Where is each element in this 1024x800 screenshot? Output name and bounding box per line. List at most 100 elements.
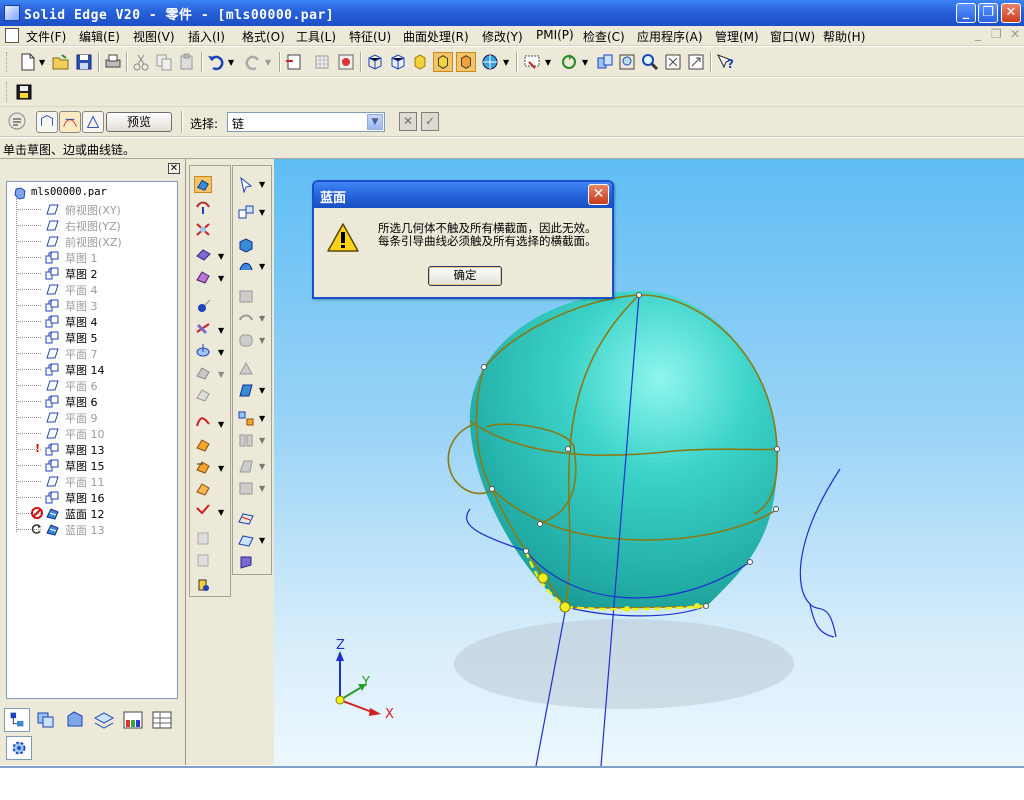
tree-item[interactable]: 右视图(YZ) (17, 218, 173, 233)
cutout-icon[interactable] (237, 288, 255, 305)
round-icon[interactable] (237, 332, 255, 349)
undo-dropdown-icon[interactable]: ▼ (228, 58, 234, 67)
draft-dropdown-icon[interactable]: ▼ (259, 462, 265, 471)
ok-button[interactable]: 确定 (428, 266, 502, 286)
tree-item[interactable]: 前视图(XZ) (17, 234, 173, 249)
view-style-sphere-icon[interactable] (480, 52, 500, 72)
menu-manage[interactable]: 管理(M) (715, 28, 759, 45)
chevron-down-icon[interactable]: ▼ (367, 114, 383, 130)
document-icon[interactable] (5, 28, 19, 43)
cross-section-step-icon[interactable] (36, 111, 58, 133)
wireframe-cube-icon[interactable] (365, 52, 385, 72)
mdi-restore-button[interactable]: ❐ (991, 27, 1002, 41)
replace-dropdown-icon[interactable]: ▼ (218, 508, 224, 517)
rotate-view-icon[interactable] (559, 52, 579, 72)
project-dropdown-icon[interactable]: ▼ (218, 348, 224, 357)
hidden-edges-cube-icon[interactable] (388, 52, 408, 72)
add-body-dropdown-icon[interactable]: ▼ (259, 484, 265, 493)
select-filter-dropdown-icon[interactable]: ▼ (545, 58, 551, 67)
derived-curve-icon[interactable] (194, 386, 212, 403)
pattern-icon[interactable] (237, 410, 255, 427)
color-palette-tab-icon[interactable] (120, 708, 146, 732)
properties-icon[interactable] (284, 52, 304, 72)
rotate-dropdown-icon[interactable]: ▼ (582, 58, 588, 67)
select-tool-icon[interactable] (237, 176, 255, 193)
trim-surface-icon[interactable] (194, 436, 212, 453)
parting-split-icon[interactable] (194, 552, 212, 569)
shaded-with-edges-icon[interactable] (433, 52, 453, 72)
protrusion-icon[interactable] (237, 236, 255, 253)
tree-item[interactable]: 蓝面 12 (17, 506, 173, 521)
bounded-surface-icon[interactable] (194, 221, 212, 238)
tree-item[interactable]: 平面 6 (17, 378, 173, 393)
whats-this-help-icon[interactable]: ? (715, 52, 735, 72)
cut-icon[interactable] (131, 52, 151, 72)
copy-surface-dropdown-icon[interactable]: ▼ (218, 274, 224, 283)
thin-wall-dropdown-icon[interactable]: ▼ (259, 386, 265, 395)
tree-item[interactable]: 蓝面 13 (17, 522, 173, 537)
accept-selection-button[interactable]: ✓ (421, 112, 439, 131)
tree-item[interactable]: ! 草图 13 (17, 442, 173, 457)
solid-edge-app-icon[interactable] (4, 5, 20, 21)
preview-button[interactable]: 预览 (106, 112, 172, 132)
revolve-dropdown-icon[interactable]: ▼ (259, 262, 265, 271)
menu-file[interactable]: 文件(F) (26, 28, 66, 45)
draft-icon[interactable] (237, 458, 255, 475)
split-curve-icon[interactable] (194, 364, 212, 381)
intersection-curve-icon[interactable] (194, 320, 212, 337)
sketch-dropdown-icon[interactable]: ▼ (259, 208, 265, 217)
view-style-dropdown-icon[interactable]: ▼ (503, 58, 509, 67)
print-icon[interactable] (103, 52, 123, 72)
close-button[interactable]: ✕ (1001, 3, 1021, 23)
menu-window[interactable]: 窗口(W) (770, 28, 815, 45)
pan-icon[interactable] (686, 52, 706, 72)
tangency-step-icon[interactable] (82, 111, 104, 133)
rib-icon[interactable] (237, 360, 255, 377)
tree-item[interactable]: 草图 3 (17, 298, 173, 313)
menu-view[interactable]: 视图(V) (133, 28, 175, 45)
keypoint-curve-icon[interactable] (194, 298, 212, 315)
intersection-dropdown-icon[interactable]: ▼ (218, 326, 224, 335)
extruded-surface-icon[interactable] (194, 199, 212, 216)
select-mode-dropdown[interactable]: 链 ▼ (227, 112, 385, 132)
dialog-title-bar[interactable]: 蓝面 ✕ (314, 182, 612, 208)
sensors-tab-icon[interactable] (91, 708, 117, 732)
coordinate-system-icon[interactable] (237, 532, 255, 549)
feature-tree[interactable]: mls00000.par 俯视图(XY) 右视图(YZ) 前视图(XZ) 草图 1 草图… (6, 181, 178, 699)
thicken-icon[interactable] (194, 576, 212, 593)
tree-root[interactable]: mls00000.par (13, 186, 173, 201)
new-dropdown-icon[interactable]: ▼ (39, 58, 45, 67)
mirror-dropdown-icon[interactable]: ▼ (259, 436, 265, 445)
variables-tab-icon[interactable] (149, 708, 175, 732)
hole-icon[interactable] (237, 310, 255, 327)
round-dropdown-icon[interactable]: ▼ (259, 336, 265, 345)
select-filter-icon[interactable] (522, 52, 542, 72)
copy-icon[interactable] (154, 52, 174, 72)
mdi-close-button[interactable]: ✕ (1010, 27, 1020, 41)
new-file-icon[interactable] (18, 52, 38, 72)
plane-dropdown-icon[interactable]: ▼ (259, 536, 265, 545)
menu-modify[interactable]: 修改(Y) (482, 28, 523, 45)
tree-item[interactable]: 平面 10 (17, 426, 173, 441)
dialog-close-button[interactable]: ✕ (588, 184, 609, 205)
options-icon[interactable] (7, 111, 27, 131)
select-tool-dropdown-icon[interactable]: ▼ (259, 180, 265, 189)
fit-icon[interactable] (663, 52, 683, 72)
restore-button[interactable]: ❐ (978, 3, 998, 23)
hole-dropdown-icon[interactable]: ▼ (259, 314, 265, 323)
cancel-selection-button[interactable]: ✕ (399, 112, 417, 131)
grid-icon[interactable] (312, 52, 332, 72)
view-orient-icon[interactable] (595, 52, 615, 72)
project-curve-icon[interactable] (194, 342, 212, 359)
reference-plane-icon[interactable] (237, 510, 255, 527)
menu-format[interactable]: 格式(O) (242, 28, 285, 45)
tree-item[interactable]: 草图 6 (17, 394, 173, 409)
tree-item[interactable]: 草图 15 (17, 458, 173, 473)
menu-features[interactable]: 特征(U) (349, 28, 391, 45)
menu-insert[interactable]: 插入(I) (188, 28, 225, 45)
panel-close-button[interactable]: ✕ (168, 163, 180, 174)
tree-item[interactable]: 草图 5 (17, 330, 173, 345)
offset-surface-icon[interactable] (194, 246, 212, 263)
shaded-visible-edges-icon[interactable] (456, 52, 476, 72)
tree-item[interactable]: 草图 16 (17, 490, 173, 505)
